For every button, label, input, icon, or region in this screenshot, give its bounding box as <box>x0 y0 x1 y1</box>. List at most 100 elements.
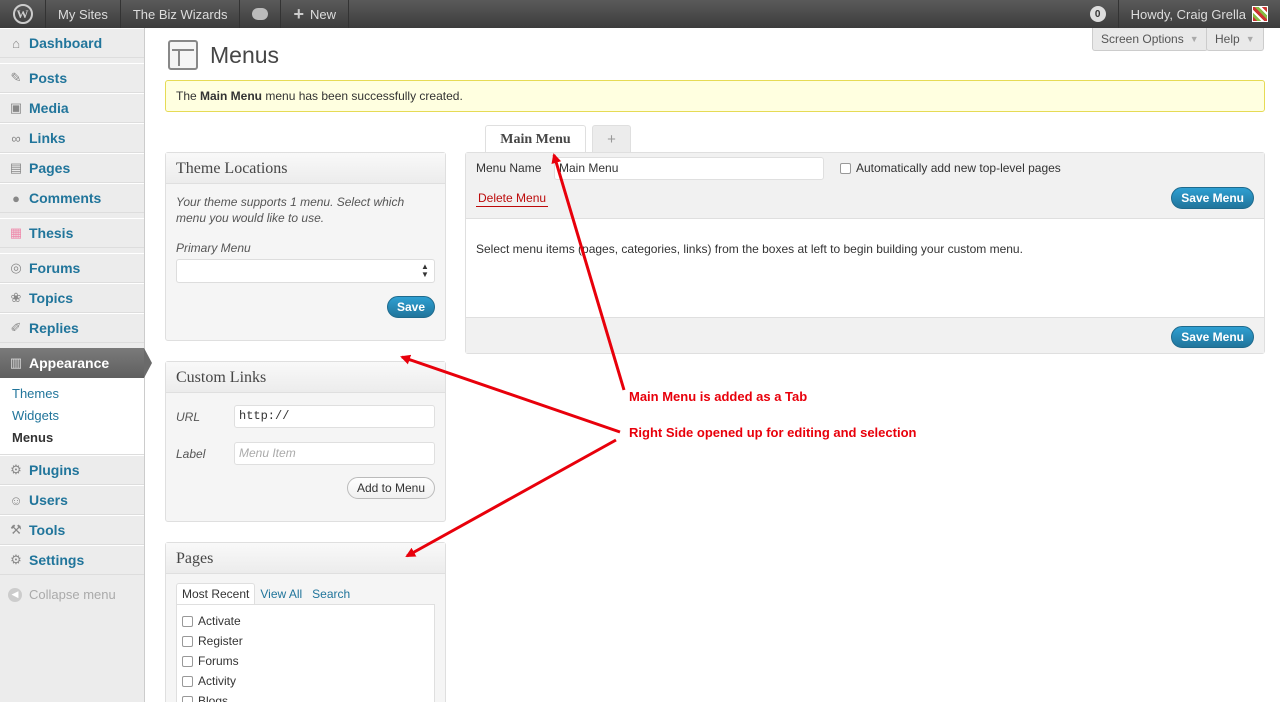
label-input[interactable]: Menu Item <box>234 442 435 465</box>
admin-bar: W My Sites The Biz Wizards + New 0 Howdy,… <box>0 0 1280 28</box>
save-menu-button-top[interactable]: Save Menu <box>1171 187 1254 209</box>
updates-link[interactable]: 0 <box>1078 0 1119 28</box>
pages-box: Pages Most Recent View All Search Activa… <box>165 542 446 702</box>
tab-view-all[interactable]: View All <box>255 584 307 604</box>
users-icon: ☺ <box>9 492 23 508</box>
chevron-down-icon: ▼ <box>1189 34 1199 44</box>
submenu-item-widgets[interactable]: Widgets <box>0 404 144 426</box>
url-input[interactable]: http:// <box>234 405 435 428</box>
menu-name-input[interactable]: Main Menu <box>554 157 824 180</box>
replies-icon: ✐ <box>10 320 22 335</box>
page-title: Menus <box>210 41 280 68</box>
url-label: URL <box>176 409 201 424</box>
checkbox[interactable] <box>182 675 193 687</box>
sidebar-item-forums[interactable]: ◎ Forums <box>0 253 144 283</box>
list-item[interactable]: Activity <box>182 671 429 691</box>
checkbox[interactable] <box>182 635 193 647</box>
collapse-arrow-icon: ◀ <box>8 587 22 602</box>
page-heading: Menus <box>168 40 279 70</box>
submenu-item-menus[interactable]: Menus <box>0 426 144 448</box>
pages-checklist: Activate Register Forums Activity Blogs <box>176 604 435 702</box>
updates-count-badge: 0 <box>1089 6 1106 22</box>
add-to-menu-button[interactable]: Add to Menu <box>346 477 435 499</box>
help-button[interactable]: Help ▼ <box>1206 28 1264 51</box>
custom-links-box: Custom Links URL http:// Label Menu Item… <box>165 361 446 522</box>
collapse-menu-button[interactable]: ◀ Collapse menu <box>0 575 144 614</box>
avatar <box>1252 6 1268 22</box>
my-account-link[interactable]: Howdy, Craig Grella <box>1119 0 1280 28</box>
menus-page-icon <box>168 40 198 70</box>
select-arrows-icon: ▲ ▼ <box>421 262 429 279</box>
sidebar-item-media[interactable]: ▣ Media <box>0 93 144 123</box>
wordpress-logo-button[interactable]: W <box>0 0 46 28</box>
appearance-submenu: Themes Widgets Menus <box>0 378 144 455</box>
sidebar-item-users[interactable]: ☺ Users <box>0 485 144 515</box>
menu-editor-footer: Save Menu <box>466 317 1264 353</box>
topics-icon: ❀ <box>10 290 22 305</box>
comments-link[interactable] <box>240 0 282 28</box>
custom-links-title: Custom Links <box>166 362 445 393</box>
menu-name-label: Menu Name <box>476 161 542 175</box>
sidebar-item-pages[interactable]: ▤ Pages <box>0 153 144 183</box>
plugin-icon: ⚙ <box>10 462 22 477</box>
thesis-grid-icon: ▦ <box>9 225 23 240</box>
theme-locations-description: Your theme supports 1 menu. Select which… <box>176 195 405 225</box>
chevron-down-icon: ▼ <box>1245 34 1255 44</box>
add-menu-tab[interactable]: + <box>592 125 631 153</box>
home-icon: ⌂ <box>12 35 20 51</box>
list-item[interactable]: Activate <box>182 611 429 631</box>
list-item[interactable]: Register <box>182 631 429 651</box>
sidebar-item-plugins[interactable]: ⚙ Plugins <box>0 455 144 485</box>
wordpress-logo-icon: W <box>12 4 33 24</box>
sidebar-item-thesis[interactable]: ▦ Thesis <box>0 218 144 248</box>
tab-most-recent[interactable]: Most Recent <box>176 583 256 604</box>
list-item[interactable]: Blogs <box>182 691 429 702</box>
sidebar-item-tools[interactable]: ⚒ Tools <box>0 515 144 545</box>
site-name-link[interactable]: The Biz Wizards <box>121 0 241 28</box>
sidebar-item-dashboard[interactable]: ⌂ Dashboard <box>0 28 144 58</box>
sidebar-item-posts[interactable]: ✎ Posts <box>0 63 144 93</box>
admin-sidebar: ⌂ Dashboard ✎ Posts ▣ Media ∞ Links ▤ Pages ●… <box>0 28 152 702</box>
my-sites-link[interactable]: My Sites <box>46 0 121 28</box>
annotation-right-side: Right Side opened up for editing and sel… <box>629 425 917 440</box>
forums-icon: ◎ <box>10 260 22 275</box>
tools-icon: ⚒ <box>10 522 22 537</box>
sidebar-item-comments[interactable]: ● Comments <box>0 183 144 213</box>
comment-icon: ● <box>12 190 20 206</box>
sidebar-item-replies[interactable]: ✐ Replies <box>0 313 144 343</box>
menu-editor: Menu Name Main Menu Automatically add ne… <box>465 152 1265 354</box>
save-menu-button-bottom[interactable]: Save Menu <box>1171 326 1254 348</box>
primary-menu-label: Primary Menu <box>176 241 251 255</box>
link-icon: ∞ <box>11 130 21 146</box>
theme-locations-box: Theme Locations Your theme supports 1 me… <box>165 152 446 341</box>
tab-main-menu[interactable]: Main Menu <box>485 125 586 154</box>
theme-locations-title: Theme Locations <box>166 153 445 184</box>
comment-bubble-icon <box>252 8 269 20</box>
sidebar-item-appearance[interactable]: ▥ Appearance <box>0 348 152 378</box>
sidebar-item-links[interactable]: ∞ Links <box>0 123 144 153</box>
new-content-link[interactable]: + New <box>281 0 350 28</box>
settings-icon: ⚙ <box>10 552 22 567</box>
success-notice: The Main Menu menu has been successfully… <box>165 80 1265 112</box>
checkbox[interactable] <box>182 655 193 667</box>
primary-menu-select[interactable]: ▲ ▼ <box>176 259 435 283</box>
plus-icon: + <box>293 3 304 24</box>
auto-add-pages-option[interactable]: Automatically add new top-level pages <box>840 161 1061 175</box>
screen-options-button[interactable]: Screen Options ▼ <box>1092 28 1208 51</box>
save-theme-locations-button[interactable]: Save <box>386 296 435 318</box>
appearance-icon: ▥ <box>9 355 23 370</box>
annotation-main-menu-tab: Main Menu is added as a Tab <box>629 389 808 404</box>
checkbox[interactable] <box>182 695 193 702</box>
auto-add-checkbox[interactable] <box>840 162 851 174</box>
sidebar-item-settings[interactable]: ⚙ Settings <box>0 545 144 575</box>
menu-instructions: Select menu items (pages, categories, li… <box>476 242 1023 256</box>
pushpin-icon: ✎ <box>10 70 22 85</box>
checkbox[interactable] <box>182 615 193 627</box>
pages-box-title: Pages <box>166 543 445 574</box>
list-item[interactable]: Forums <box>182 651 429 671</box>
tab-search[interactable]: Search <box>307 584 355 604</box>
sidebar-item-topics[interactable]: ❀ Topics <box>0 283 144 313</box>
submenu-item-themes[interactable]: Themes <box>0 382 144 404</box>
label-label: Label <box>176 446 206 461</box>
delete-menu-link[interactable]: Delete Menu <box>476 191 549 207</box>
